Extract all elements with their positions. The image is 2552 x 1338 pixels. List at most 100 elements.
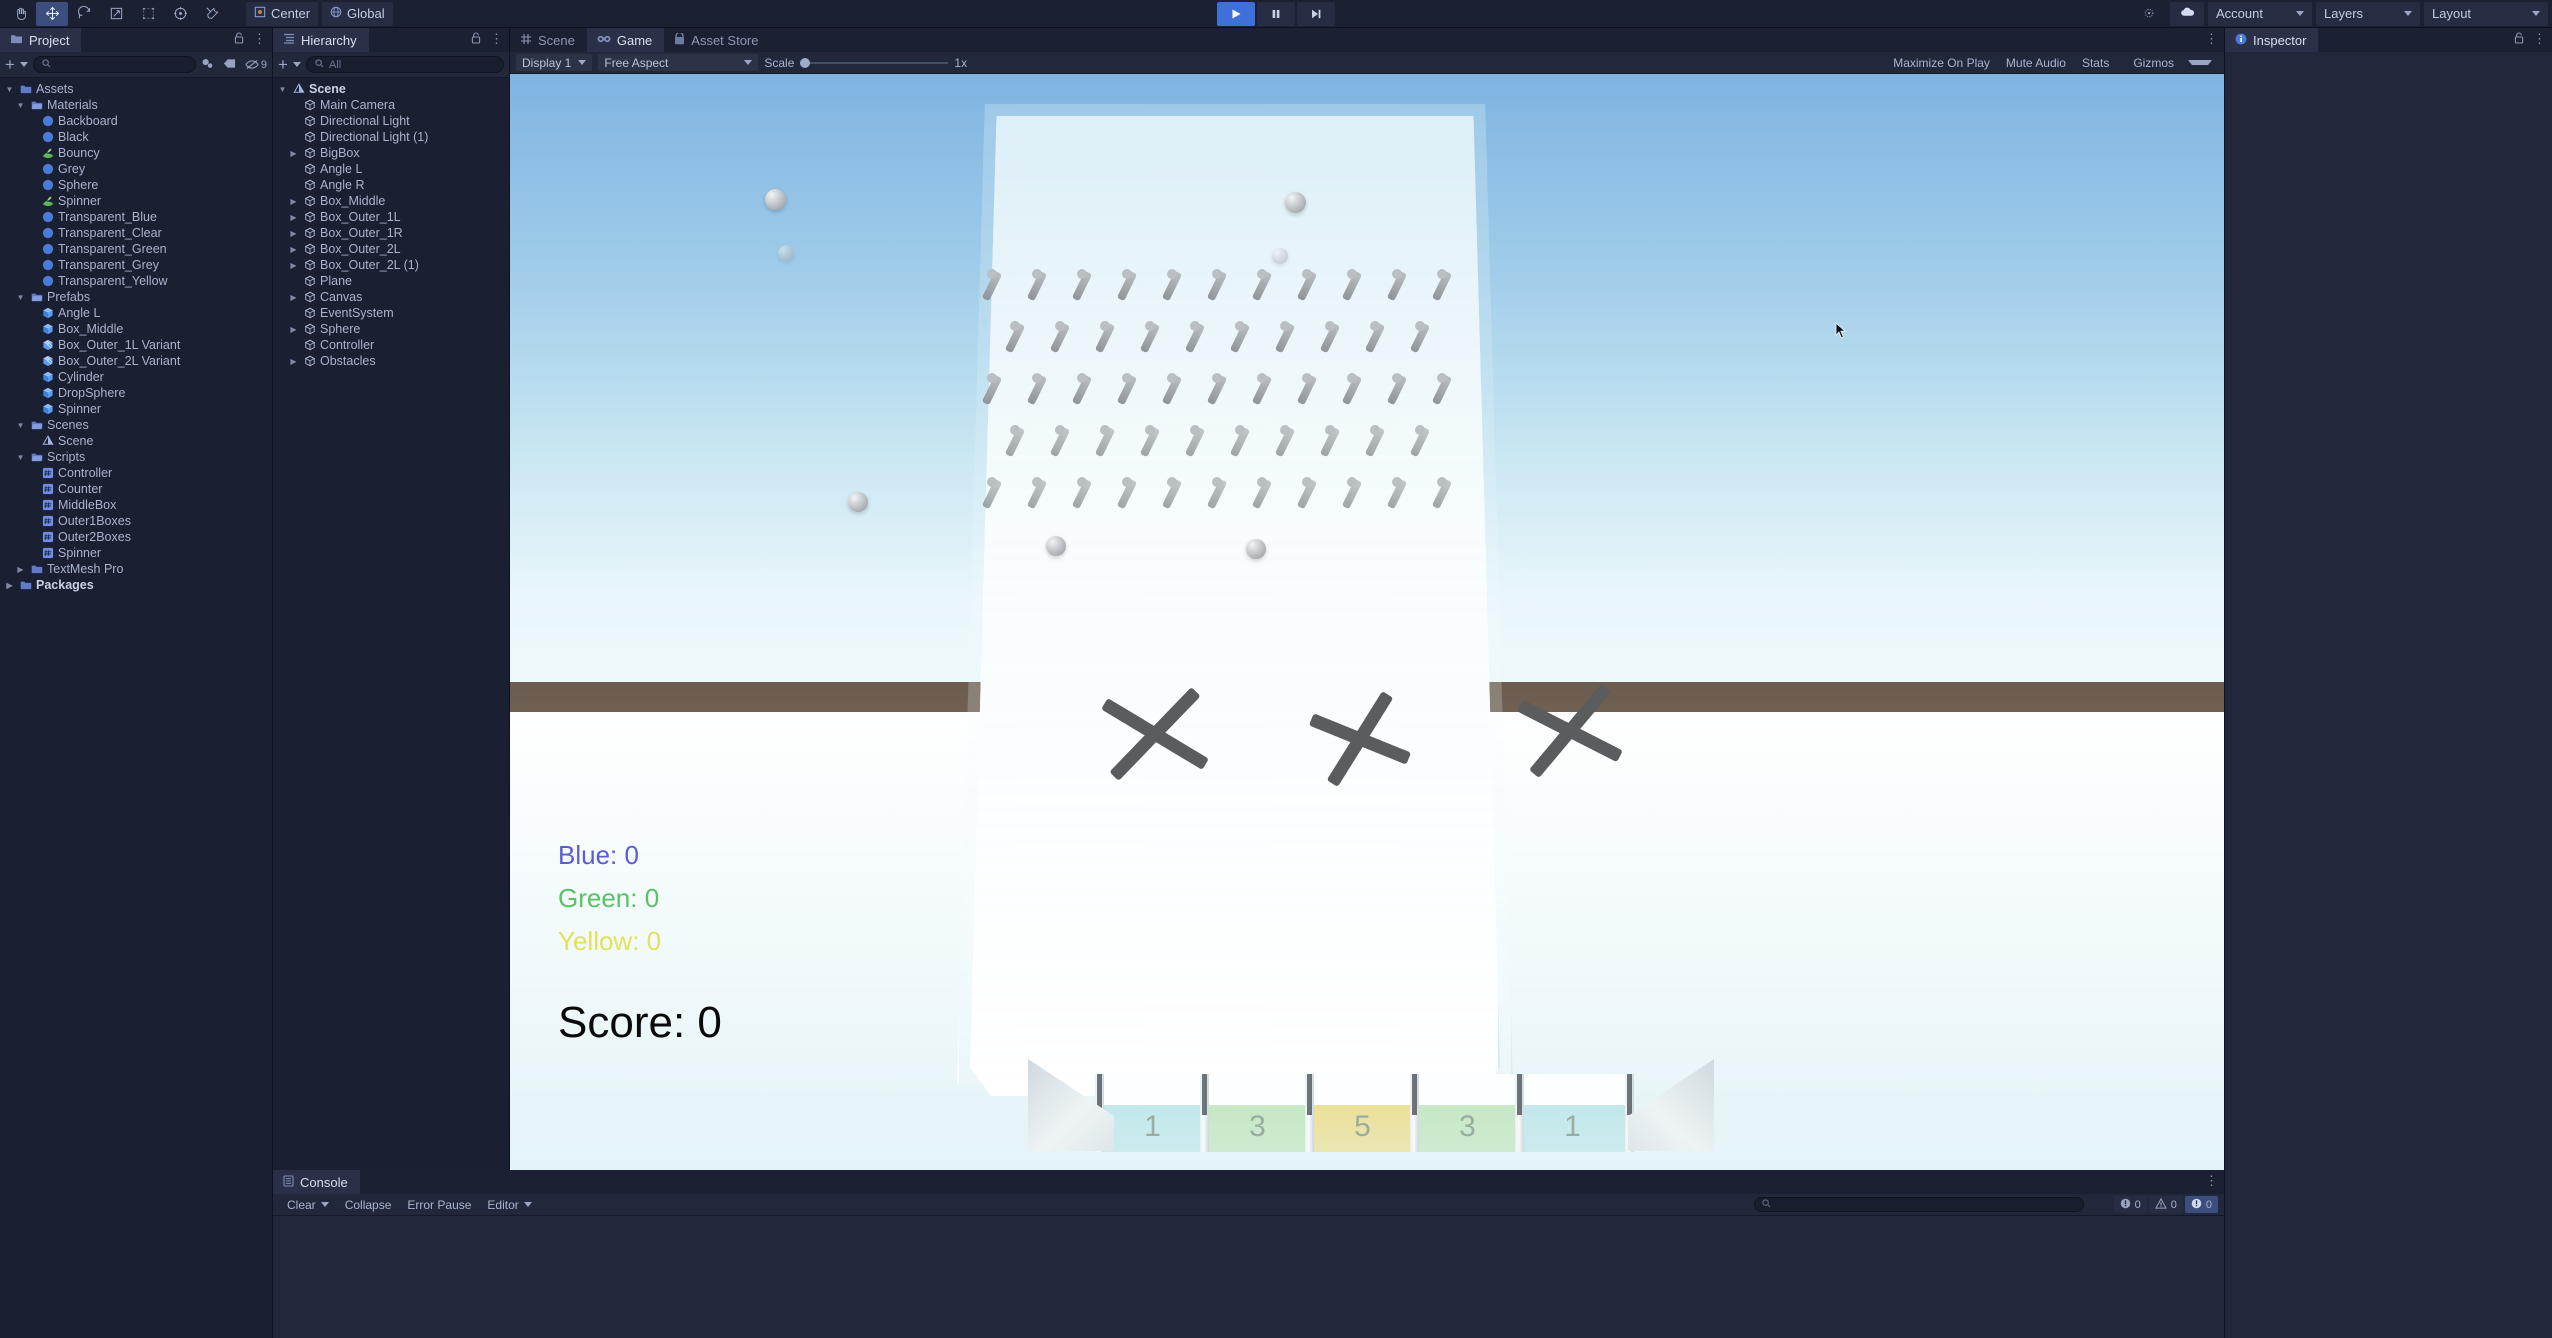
kebab-menu-icon[interactable]: ⋮ — [2533, 31, 2546, 47]
tree-row[interactable]: ▼ Scripts — [0, 449, 272, 465]
error-pause-toggle[interactable]: Error Pause — [399, 1196, 479, 1213]
kebab-menu-icon[interactable]: ⋮ — [2205, 1173, 2218, 1189]
handle-space-button[interactable]: Global — [322, 1, 393, 26]
mute-audio-toggle[interactable]: Mute Audio — [1998, 56, 2074, 70]
rotate-tool-button[interactable] — [68, 2, 100, 26]
tab-hierarchy[interactable]: Hierarchy — [273, 28, 369, 52]
tree-row[interactable]: ▶ Sphere — [273, 321, 509, 337]
tree-row[interactable]: Spinner — [0, 193, 272, 209]
chevron-down-icon[interactable]: ▼ — [15, 453, 26, 462]
tree-row[interactable]: ▶ Box_Middle — [273, 193, 509, 209]
tree-row[interactable]: Transparent_Grey — [0, 257, 272, 273]
move-tool-button[interactable] — [36, 1, 68, 26]
tree-row[interactable]: Transparent_Blue — [0, 209, 272, 225]
tree-row[interactable]: ▼ Materials — [0, 97, 272, 113]
tab-scene[interactable]: Scene — [510, 28, 587, 52]
tree-row[interactable]: Angle L — [273, 161, 509, 177]
tree-row[interactable]: Angle R — [273, 177, 509, 193]
tree-row[interactable]: ▶ Box_Outer_2L — [273, 241, 509, 257]
stats-toggle[interactable]: Stats — [2074, 56, 2117, 70]
scale-slider-knob[interactable] — [800, 57, 811, 68]
collapse-toggle[interactable]: Collapse — [337, 1196, 400, 1213]
tree-row[interactable]: Controller — [0, 465, 272, 481]
chevron-right-icon[interactable]: ▶ — [288, 325, 299, 334]
tab-project[interactable]: Project — [0, 28, 82, 52]
tree-row[interactable]: ▶ TextMesh Pro — [0, 561, 272, 577]
project-tree[interactable]: ▼ Assets ▼ Materials Backboard Black Bouncy Gre… — [0, 78, 272, 593]
tree-row[interactable]: ▶ Canvas — [273, 289, 509, 305]
scale-tool-button[interactable] — [100, 2, 132, 26]
tree-row[interactable]: ▼ Prefabs — [0, 289, 272, 305]
tree-row[interactable]: Angle L — [0, 305, 272, 321]
chevron-right-icon[interactable]: ▶ — [288, 293, 299, 302]
tree-row[interactable]: Counter — [0, 481, 272, 497]
chevron-right-icon[interactable]: ▶ — [288, 261, 299, 270]
tree-row[interactable]: Scene — [0, 433, 272, 449]
search-icon[interactable] — [2134, 2, 2166, 26]
scale-slider[interactable]: Scale 1x — [764, 56, 967, 70]
tree-row[interactable]: Directional Light — [273, 113, 509, 129]
warning-count-badge[interactable]: 0 — [2148, 1196, 2183, 1213]
tree-row[interactable]: ▶ Packages — [0, 577, 272, 593]
tab-inspector[interactable]: Inspector — [2225, 28, 2319, 52]
chevron-down-icon[interactable]: ▼ — [277, 85, 288, 94]
chevron-down-icon[interactable]: ▼ — [15, 293, 26, 302]
account-dropdown[interactable]: Account — [2208, 1, 2312, 26]
tree-row[interactable]: Main Camera — [273, 97, 509, 113]
chevron-down-icon[interactable] — [292, 62, 301, 67]
tree-row[interactable]: Transparent_Yellow — [0, 273, 272, 289]
tree-row[interactable]: Spinner — [0, 401, 272, 417]
chevron-right-icon[interactable]: ▶ — [288, 149, 299, 158]
create-gameobject-button[interactable]: + — [278, 56, 288, 73]
tree-row[interactable]: ▶ BigBox — [273, 145, 509, 161]
tree-row[interactable]: Black — [0, 129, 272, 145]
custom-tool-button[interactable] — [196, 2, 228, 26]
tree-row[interactable]: ▶ Box_Outer_1L — [273, 209, 509, 225]
aspect-dropdown[interactable]: Free Aspect — [598, 54, 759, 71]
tree-row[interactable]: Plane — [273, 273, 509, 289]
label-icon[interactable] — [223, 58, 236, 72]
tree-row[interactable]: Sphere — [0, 177, 272, 193]
lock-icon[interactable] — [234, 31, 244, 47]
tree-row[interactable]: Outer1Boxes — [0, 513, 272, 529]
tab-console[interactable]: Console — [273, 1170, 360, 1194]
error-count-badge[interactable]: 0 — [2184, 1196, 2218, 1213]
rect-tool-button[interactable] — [132, 2, 164, 26]
tree-row[interactable]: Spinner — [0, 545, 272, 561]
tab-asset-store[interactable]: Asset Store — [664, 28, 771, 52]
project-search-input[interactable] — [32, 56, 196, 73]
kebab-menu-icon[interactable]: ⋮ — [2205, 31, 2218, 47]
console-log-list[interactable] — [273, 1216, 2224, 1338]
chevron-right-icon[interactable]: ▶ — [288, 213, 299, 222]
tree-row[interactable]: Backboard — [0, 113, 272, 129]
kebab-menu-icon[interactable]: ⋮ — [253, 31, 266, 47]
transform-tool-button[interactable] — [164, 2, 196, 26]
tree-row[interactable]: MiddleBox — [0, 497, 272, 513]
tree-row[interactable]: Cylinder — [0, 369, 272, 385]
tree-row[interactable]: Grey — [0, 161, 272, 177]
tree-row[interactable]: Box_Outer_1L Variant — [0, 337, 272, 353]
pause-button[interactable] — [1257, 1, 1295, 26]
layout-dropdown[interactable]: Layout — [2424, 1, 2548, 26]
add-asset-button[interactable]: + — [5, 56, 15, 73]
chevron-down-icon[interactable]: ▼ — [15, 101, 26, 110]
log-count-badge[interactable]: 0 — [2113, 1196, 2147, 1213]
editor-dropdown[interactable]: Editor — [479, 1196, 539, 1213]
tree-row[interactable]: EventSystem — [273, 305, 509, 321]
pivot-mode-button[interactable]: Center — [246, 1, 319, 26]
tree-row[interactable]: Controller — [273, 337, 509, 353]
step-button[interactable] — [1297, 1, 1335, 26]
tree-row[interactable]: Transparent_Green — [0, 241, 272, 257]
lock-icon[interactable] — [2514, 31, 2524, 47]
favorites-icon[interactable] — [201, 57, 214, 73]
tree-row[interactable]: ▼ Assets — [0, 81, 272, 97]
clear-console-button[interactable]: Clear — [279, 1196, 337, 1213]
cloud-button[interactable] — [2170, 1, 2204, 26]
console-search-input[interactable] — [1754, 1197, 2084, 1212]
hierarchy-tree[interactable]: ▼ Scene Main Camera Directional Light Direct… — [273, 78, 509, 369]
tree-row[interactable]: ▼ Scenes — [0, 417, 272, 433]
chevron-down-icon[interactable]: ▼ — [15, 421, 26, 430]
kebab-menu-icon[interactable]: ⋮ — [490, 31, 503, 47]
tree-row[interactable]: Outer2Boxes — [0, 529, 272, 545]
chevron-right-icon[interactable]: ▶ — [288, 229, 299, 238]
